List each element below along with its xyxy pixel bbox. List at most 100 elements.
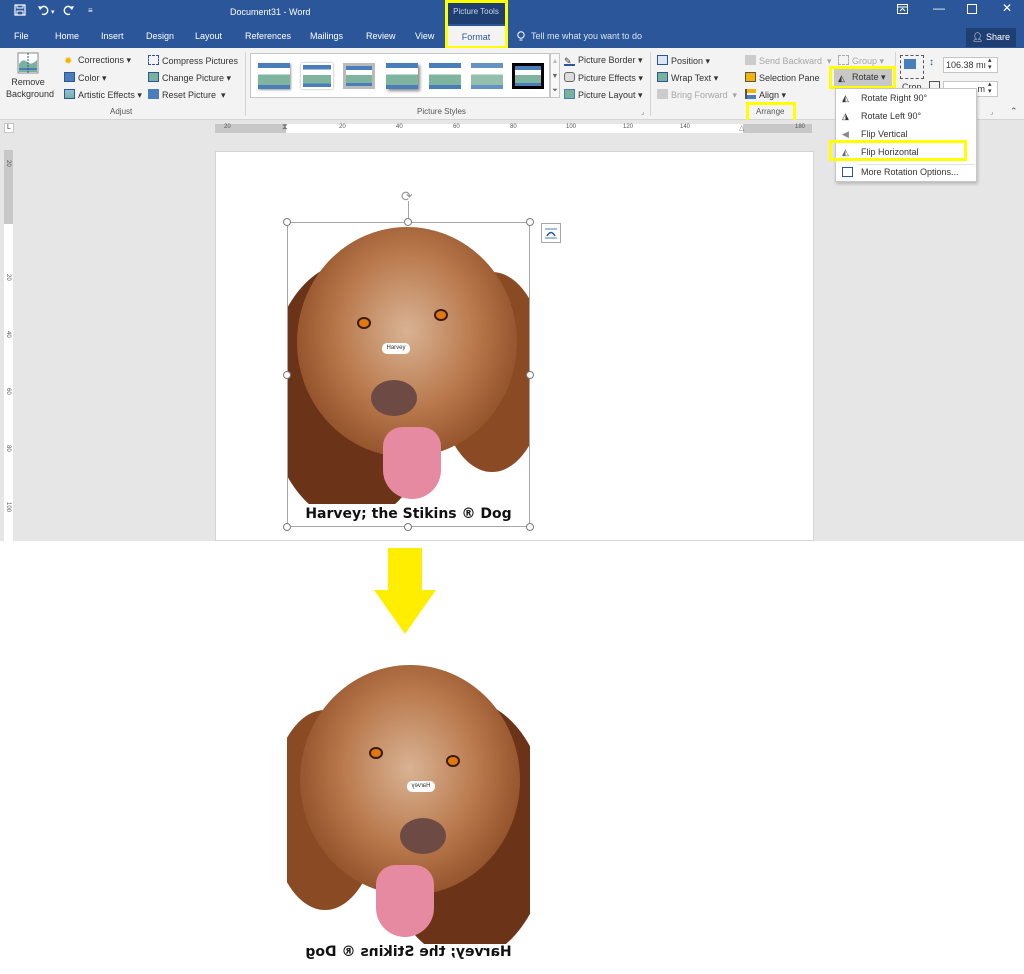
vertical-ruler[interactable]: 20 20 40 60 80 100 (4, 150, 13, 541)
lightbulb-icon (517, 31, 525, 45)
rotate-right-icon: ◭ (842, 93, 849, 103)
adjust-group-label: Adjust (110, 107, 133, 116)
height-spinner[interactable]: ▴ ▾ (988, 57, 992, 71)
gallery-down-icon[interactable]: ▼ (551, 69, 559, 84)
gallery-more-icon[interactable]: ⏷ (551, 84, 559, 97)
tell-me-input[interactable]: Tell me what you want to do (531, 31, 642, 41)
save-icon[interactable] (14, 4, 26, 19)
tab-file[interactable]: File (14, 31, 29, 41)
ruler-label: 80 (5, 445, 11, 452)
tab-references[interactable]: References (245, 31, 291, 41)
resize-handle[interactable] (283, 371, 291, 379)
right-indent-marker[interactable]: △ (739, 124, 744, 132)
menu-item-flip-horizontal[interactable]: ◭ Flip Horizontal (836, 143, 976, 161)
tab-insert[interactable]: Insert (101, 31, 124, 41)
wrap-text-icon (657, 72, 668, 82)
resize-handle[interactable] (526, 371, 534, 379)
picture-border-icon: ✎ (564, 56, 575, 66)
change-picture-icon (148, 72, 159, 82)
ruler-label: 20 (224, 124, 231, 130)
selection-pane-icon (745, 72, 756, 82)
remove-background-button[interactable]: Remove Background (6, 52, 54, 104)
resize-handle[interactable] (404, 523, 412, 531)
ruler-label: 80 (510, 124, 517, 130)
indent-marker[interactable]: ⧗ (282, 122, 288, 132)
picture-effects-button[interactable]: Picture Effects ▾ (564, 72, 643, 84)
undo-dropdown-icon[interactable]: ▾ (51, 8, 55, 16)
resize-handle[interactable] (526, 218, 534, 226)
position-button[interactable]: Position ▾ (657, 55, 710, 67)
position-icon (657, 55, 668, 65)
picture-style-6[interactable] (471, 63, 503, 89)
picture-style-7[interactable] (512, 63, 544, 89)
picture-style-3[interactable] (343, 63, 375, 89)
bring-forward-icon (657, 89, 668, 99)
align-button[interactable]: Align ▾ (745, 89, 786, 101)
picture-layout-button[interactable]: Picture Layout ▾ (564, 89, 643, 101)
customize-icon[interactable]: ≡ (88, 6, 93, 15)
gallery-up-icon[interactable]: ▲ (551, 54, 559, 69)
layout-options-button[interactable] (541, 223, 561, 243)
bring-forward-button[interactable]: Bring Forward ▾ (657, 89, 737, 101)
compress-pictures-button[interactable]: Compress Pictures (148, 55, 238, 66)
minimize-icon[interactable]: — (933, 1, 945, 15)
resize-handle[interactable] (404, 218, 412, 226)
ruler-label: 120 (623, 124, 634, 130)
collapse-ribbon-icon[interactable]: ⌃ (1010, 106, 1018, 117)
tab-view[interactable]: View (415, 31, 434, 41)
redo-icon[interactable] (63, 4, 75, 19)
picture-style-2[interactable] (301, 63, 333, 89)
tab-review[interactable]: Review (366, 31, 396, 41)
mirrored-name-tag: Harvey (407, 781, 435, 792)
picture-style-4[interactable] (386, 63, 418, 89)
picture-effects-icon (564, 72, 575, 82)
ribbon-display-options-icon[interactable] (897, 3, 908, 17)
ruler-label: 40 (5, 331, 11, 338)
tab-selector[interactable]: L (4, 123, 14, 133)
crop-button[interactable] (900, 55, 924, 79)
ruler-label: 180 (795, 124, 806, 130)
menu-item-more-rotation-options[interactable]: More Rotation Options... (836, 163, 976, 181)
picture-tools-header: Picture Tools (447, 2, 505, 24)
corrections-button[interactable]: ✹ Corrections ▾ (64, 55, 131, 67)
ruler-label: 20 (5, 274, 11, 281)
close-icon[interactable]: ✕ (1002, 1, 1012, 15)
rotation-options-icon (842, 167, 853, 177)
size-dialog-launcher-icon[interactable]: ⌟ (990, 108, 993, 116)
tab-layout[interactable]: Layout (195, 31, 222, 41)
group-button[interactable]: Group ▾ (838, 55, 884, 67)
menu-item-rotate-right[interactable]: ◭ Rotate Right 90° (836, 89, 976, 107)
resize-handle[interactable] (526, 523, 534, 531)
send-backward-button[interactable]: Send Backward ▾ (745, 55, 832, 67)
picture-styles-gallery (250, 53, 550, 98)
gallery-scroll[interactable]: ▲ ▼ ⏷ (550, 53, 560, 98)
rotate-button[interactable]: ◭ Rotate ▾ (834, 69, 892, 86)
width-spinner[interactable]: ▴ ▾ (988, 81, 992, 95)
color-button[interactable]: Color ▾ (64, 72, 107, 84)
artistic-effects-button[interactable]: Artistic Effects ▾ (64, 89, 142, 101)
share-label: Share (985, 32, 1010, 42)
wrap-text-button[interactable]: Wrap Text ▾ (657, 72, 718, 84)
picture-style-1[interactable] (258, 63, 290, 89)
change-picture-button[interactable]: Change Picture ▾ (148, 72, 231, 84)
horizontal-ruler[interactable]: 20 20 40 60 80 100 120 140 180 ⧗ △ (215, 122, 812, 133)
tab-design[interactable]: Design (146, 31, 174, 41)
tab-mailings[interactable]: Mailings (310, 31, 343, 41)
ruler-label: 140 (680, 124, 691, 130)
undo-icon[interactable] (37, 4, 49, 19)
rotation-handle-icon[interactable]: ⟳ (401, 188, 413, 205)
dialog-launcher-icon[interactable]: ⌟ (641, 108, 644, 116)
share-button[interactable]: 👤︎ Share (966, 28, 1016, 47)
resize-handle[interactable] (283, 523, 291, 531)
reset-picture-button[interactable]: Reset Picture ▾ (148, 89, 226, 101)
resize-handle[interactable] (283, 218, 291, 226)
align-icon (745, 89, 756, 99)
menu-item-flip-vertical[interactable]: ◀ Flip Vertical (836, 125, 976, 143)
tab-format[interactable]: Format (447, 26, 505, 48)
picture-border-button[interactable]: ✎ Picture Border ▾ (564, 55, 643, 66)
selection-pane-button[interactable]: Selection Pane (745, 72, 820, 83)
maximize-icon[interactable] (967, 3, 977, 17)
tab-home[interactable]: Home (55, 31, 79, 41)
picture-style-5[interactable] (429, 63, 461, 89)
menu-item-rotate-left[interactable]: ◮ Rotate Left 90° (836, 107, 976, 125)
